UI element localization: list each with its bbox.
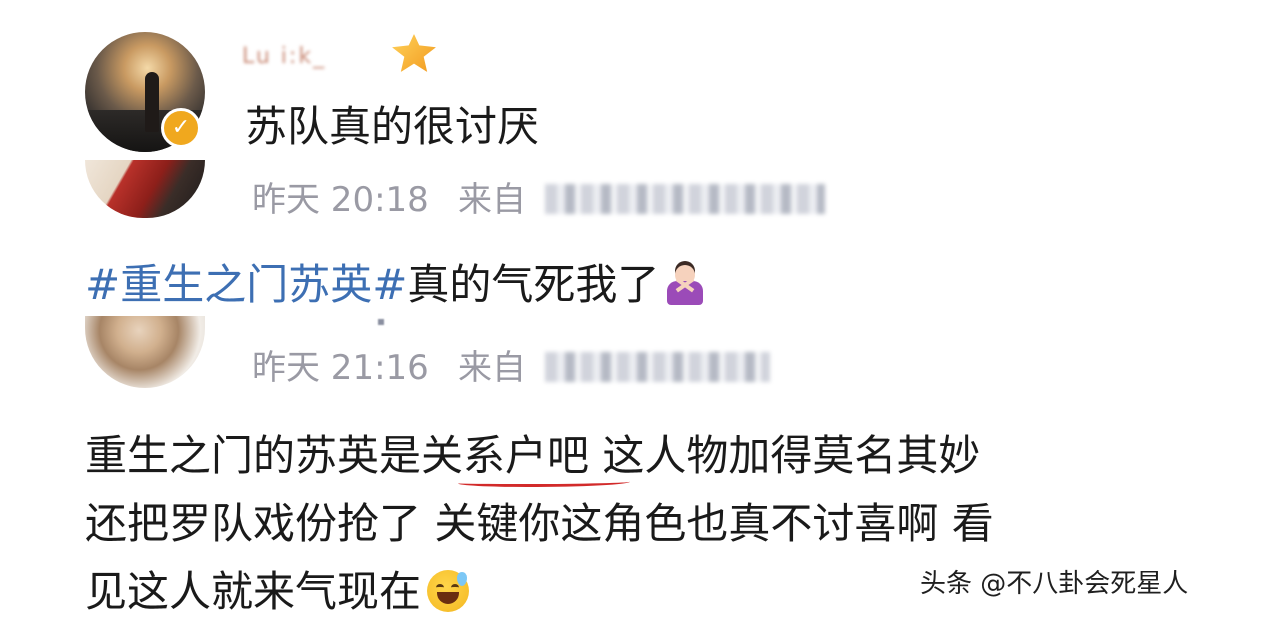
comment-avatar-2[interactable] — [85, 316, 205, 388]
vip-crown-icon — [392, 34, 436, 72]
comment-avatar-1[interactable] — [85, 160, 205, 218]
comment-1-from-label: 来自 — [458, 180, 526, 220]
comment-1-text-rest: 真的气死我了 — [407, 260, 660, 309]
post-text: 苏队真的很讨厌 — [245, 102, 540, 151]
verified-v-icon: ✓ — [161, 108, 201, 148]
comment-2-time: 昨天 21:16 — [252, 348, 429, 388]
comment-2-body: 重生之门的苏英是关系户吧 这人物加得莫名其妙 还把罗队戏份抢了 关键你这角色也真… — [85, 422, 994, 626]
hashtag-link[interactable]: #重生之门苏英# — [85, 260, 407, 309]
comment-2-source-redacted — [545, 352, 770, 382]
comment-2-line-3: 见这人就来气现在 — [85, 567, 422, 616]
grinning-sweat-icon — [427, 570, 470, 612]
comment-1-time: 昨天 20:18 — [252, 180, 429, 220]
avatar-figure — [145, 72, 159, 132]
post-username[interactable]: Lu i:k_ — [242, 44, 382, 70]
woman-gesturing-no-icon — [665, 265, 705, 305]
comment-1-text: #重生之门苏英#真的气死我了 — [85, 256, 705, 314]
watermark: 头条 @不八卦会死星人 — [920, 569, 1189, 599]
comment-2-line-3-wrap: 见这人就来气现在 — [85, 558, 994, 626]
comment-2-from-label: 来自 — [458, 348, 526, 388]
comment-2-line-2: 还把罗队戏份抢了 关键你这角色也真不讨喜啊 看 — [85, 499, 994, 548]
comment-1-source-redacted — [545, 184, 825, 214]
separator-dot — [378, 319, 384, 325]
